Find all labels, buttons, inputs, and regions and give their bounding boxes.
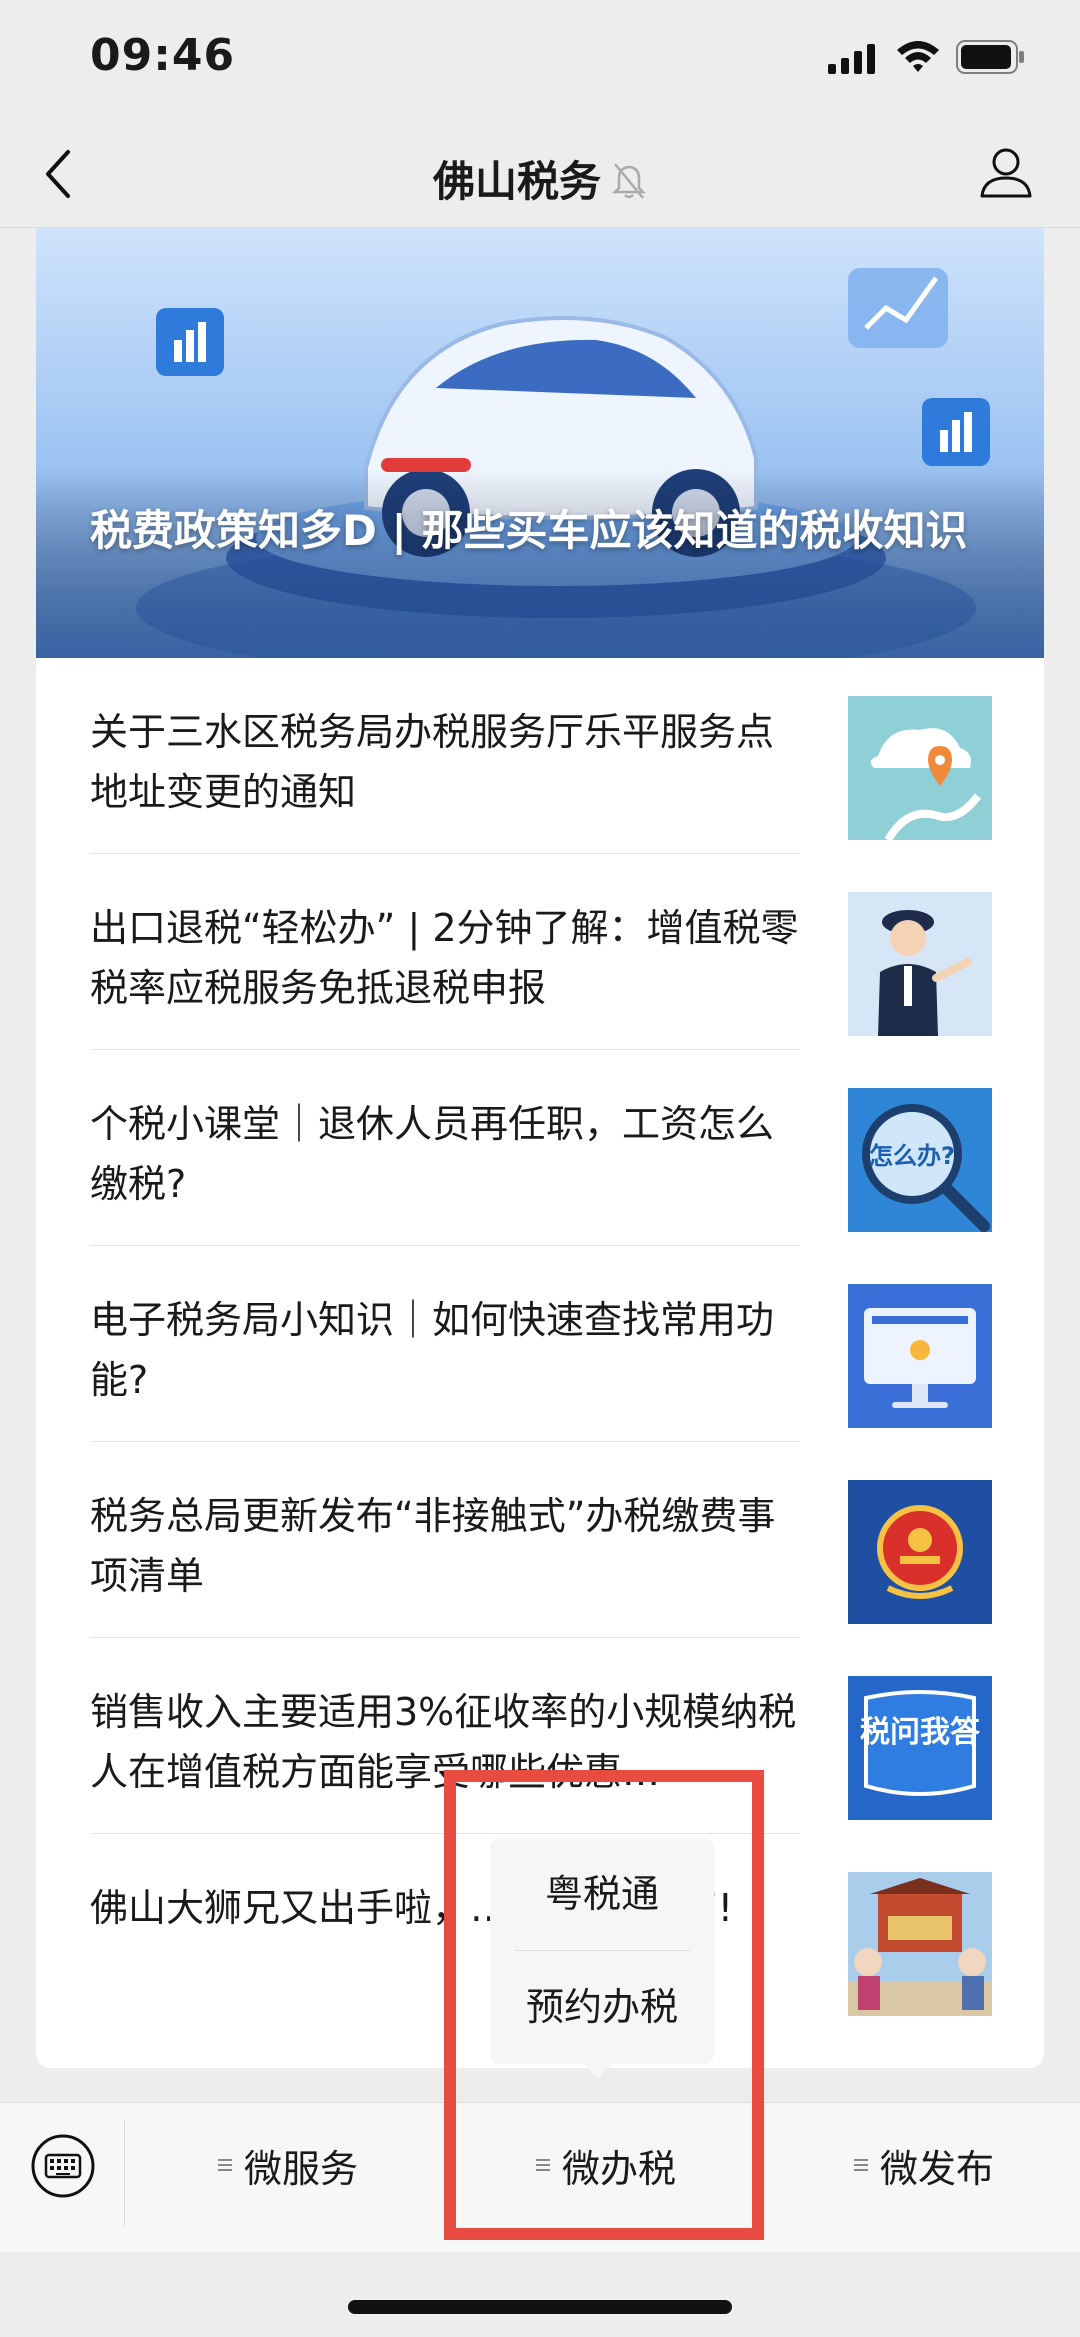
article-thumbnail: 怎么办? bbox=[848, 1088, 992, 1232]
article-title: 销售收入主要适用3%征收率的小规模纳税人在增值税方面能享受哪些优惠… bbox=[90, 1690, 797, 1794]
submenu-item-appointment[interactable]: 预约办税 bbox=[490, 1951, 714, 2063]
wifi-icon bbox=[897, 41, 939, 72]
list-item[interactable]: 个税小课堂｜退休人员再任职，工资怎么缴税? 怎么办? bbox=[36, 1050, 1044, 1246]
menu-tab-label: 微服务 bbox=[244, 2147, 359, 2191]
svg-text:怎么办?: 怎么办? bbox=[869, 1142, 955, 1170]
lion-dance-icon bbox=[848, 1872, 992, 2016]
menu-tab-label: 微办税 bbox=[562, 2147, 677, 2191]
battery-icon bbox=[956, 40, 1024, 74]
tax-qa-icon: 税问我答 bbox=[848, 1676, 992, 1820]
popup-arrow bbox=[584, 2064, 612, 2078]
list-item[interactable]: 电子税务局小知识｜如何快速查找常用功能? bbox=[36, 1246, 1044, 1442]
article-title: 税务总局更新发布“非接触式”办税缴费事项清单 bbox=[90, 1494, 776, 1598]
menu-tab-services[interactable]: 微服务 bbox=[216, 2139, 358, 2199]
article-thumbnail bbox=[848, 1284, 992, 1428]
submenu-item-yueshuitong[interactable]: 粤税通 bbox=[490, 1838, 714, 1950]
list-item[interactable]: 出口退税“轻松办” | 2分钟了解：增值税零税率应税服务免抵退税申报 bbox=[36, 854, 1044, 1050]
article-thumbnail: 税问我答 bbox=[848, 1676, 992, 1820]
keyboard-icon[interactable] bbox=[30, 2133, 96, 2199]
article-title: 关于三水区税务局办税服务厅乐平服务点地址变更的通知 bbox=[90, 710, 775, 814]
article-title: 出口退税“轻松办” | 2分钟了解：增值税零税率应税服务免抵退税申报 bbox=[90, 906, 799, 1010]
article-thumbnail bbox=[848, 1480, 992, 1624]
bottom-menu-bar: 微服务 微办税 微发布 bbox=[0, 2102, 1080, 2252]
nav-bar: 佛山税务 bbox=[0, 120, 1080, 228]
signal-icon bbox=[828, 44, 875, 74]
article-thumbnail bbox=[848, 1872, 992, 2016]
list-item[interactable]: 销售收入主要适用3%征收率的小规模纳税人在增值税方面能享受哪些优惠… 税问我答 bbox=[36, 1638, 1044, 1834]
article-list: 关于三水区税务局办税服务厅乐平服务点地址变更的通知 出口退税“轻松办” | 2分… bbox=[36, 658, 1044, 2030]
article-title: 个税小课堂｜退休人员再任职，工资怎么缴税? bbox=[90, 1102, 775, 1206]
menu-tab-publish[interactable]: 微发布 bbox=[852, 2139, 994, 2199]
article-thumbnail bbox=[848, 892, 992, 1036]
svg-text:税问我答: 税问我答 bbox=[860, 1715, 981, 1750]
mute-icon bbox=[611, 163, 647, 199]
hero-article[interactable]: 税费政策知多D | 那些买车应该知道的税收知识 bbox=[36, 228, 1044, 658]
list-item[interactable]: 税务总局更新发布“非接触式”办税缴费事项清单 bbox=[36, 1442, 1044, 1638]
article-thumbnail bbox=[848, 696, 992, 840]
hero-title: 税费政策知多D | 那些买车应该知道的税收知识 bbox=[90, 506, 968, 555]
magnifier-icon: 怎么办? bbox=[848, 1088, 992, 1232]
menu-tab-label: 微发布 bbox=[880, 2147, 995, 2191]
nav-title-wrap: 佛山税务 bbox=[0, 148, 1080, 209]
emblem-icon bbox=[848, 1480, 992, 1624]
divider bbox=[124, 2119, 125, 2227]
page-title: 佛山税务 bbox=[432, 157, 601, 206]
car-illustration bbox=[36, 268, 1044, 658]
status-time: 09:46 bbox=[90, 30, 236, 81]
article-title: 电子税务局小知识｜如何快速查找常用功能? bbox=[90, 1298, 775, 1402]
home-indicator bbox=[348, 2300, 732, 2314]
menu-icon bbox=[854, 2159, 868, 2171]
list-item[interactable]: 关于三水区税务局办税服务厅乐平服务点地址变更的通知 bbox=[36, 658, 1044, 854]
monitor-icon bbox=[848, 1284, 992, 1428]
status-bar: 09:46 bbox=[0, 0, 1080, 120]
profile-icon[interactable] bbox=[976, 142, 1036, 202]
article-card: 税费政策知多D | 那些买车应该知道的税收知识 关于三水区税务局办税服务厅乐平服… bbox=[36, 228, 1044, 2068]
menu-tab-tax-handling[interactable]: 微办税 bbox=[534, 2139, 676, 2199]
map-pin-icon bbox=[848, 696, 992, 840]
menu-icon bbox=[536, 2159, 550, 2171]
officer-icon bbox=[848, 892, 992, 1036]
submenu-popup: 粤税通 预约办税 bbox=[490, 1838, 714, 2078]
menu-icon bbox=[218, 2159, 232, 2171]
